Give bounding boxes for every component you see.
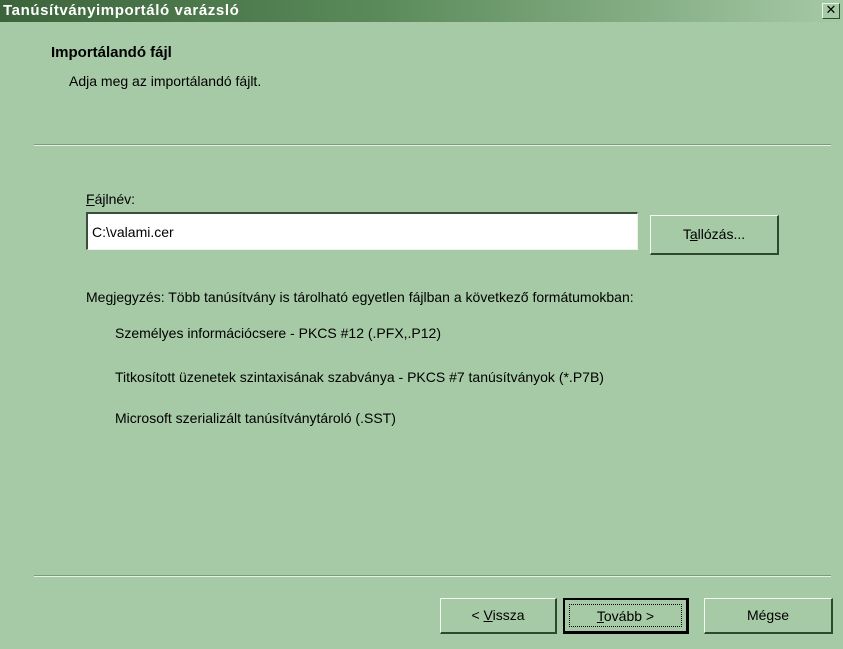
back-label-post: issza — [492, 607, 525, 623]
format-note: Megjegyzés: Több tanúsítvány is tárolhat… — [86, 289, 634, 305]
back-label-mnemonic: V — [483, 607, 493, 623]
file-name-label: Fájlnév: — [86, 191, 135, 207]
browse-label-mnemonic: a — [689, 226, 698, 242]
page-title: Importálandó fájl — [51, 44, 172, 61]
file-name-label-mnemonic: F — [86, 191, 95, 207]
window-title: Tanúsítványimportáló varázsló — [3, 2, 240, 19]
footer-divider — [34, 575, 831, 577]
next-button[interactable]: Tovább > — [563, 598, 689, 634]
format-item: Titkosított üzenetek szintaxisának szabv… — [115, 369, 604, 385]
file-name-input[interactable] — [86, 212, 638, 250]
header-divider — [34, 144, 831, 146]
format-item: Microsoft szerializált tanúsítványtároló… — [115, 410, 396, 426]
browse-label-pre: T — [682, 226, 690, 242]
focus-rect — [569, 604, 682, 627]
page-subtitle: Adja meg az importálandó fájlt. — [69, 73, 262, 89]
browse-button[interactable]: Tallózás... — [650, 215, 779, 255]
format-item: Személyes információcsere - PKCS #12 (.P… — [115, 325, 442, 341]
back-label-pre: < — [471, 607, 484, 623]
title-bar: Tanúsítványimportáló varázsló ✕ — [0, 0, 843, 22]
cancel-button[interactable]: Mégse — [704, 598, 833, 634]
close-icon[interactable]: ✕ — [822, 3, 840, 19]
file-name-label-text: ájlnév: — [94, 191, 136, 207]
back-button[interactable]: < Vissza — [440, 598, 557, 634]
browse-label-post: llózás... — [697, 226, 746, 242]
